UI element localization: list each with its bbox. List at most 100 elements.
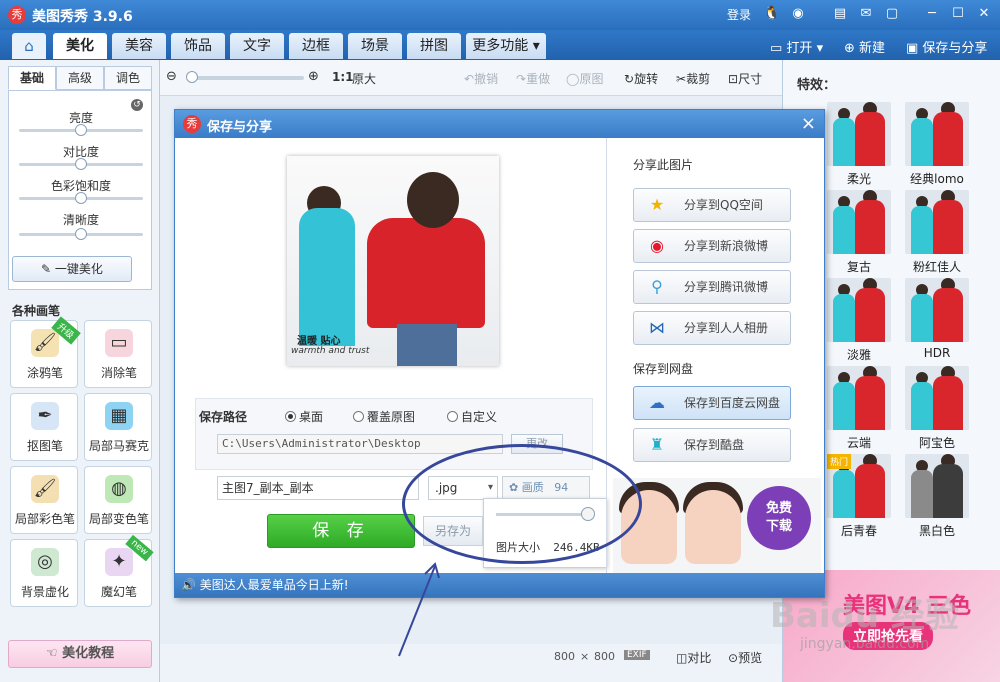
- share-renren-button[interactable]: ⋈ 分享到人人相册: [633, 311, 791, 345]
- effect-label[interactable]: 粉红佳人: [902, 258, 972, 275]
- original-button[interactable]: ◯原图: [566, 70, 603, 87]
- tab-text[interactable]: 文字: [230, 33, 284, 59]
- size-button[interactable]: ⊡尺寸: [728, 70, 762, 87]
- brightness-thumb[interactable]: [75, 124, 87, 136]
- brush-local-color[interactable]: 🖌 局部彩色笔: [10, 466, 78, 534]
- save-path-input[interactable]: C:\Users\Administrator\Desktop: [217, 434, 503, 454]
- ratio-button[interactable]: 1:1: [332, 70, 354, 84]
- share-label: 分享到腾讯微博: [684, 280, 769, 294]
- contrast-slider[interactable]: [19, 158, 143, 170]
- save-kupan-button[interactable]: ♜ 保存到酷盘: [633, 428, 791, 462]
- tab-face[interactable]: 美容: [112, 33, 166, 59]
- tab-collage[interactable]: 拼图: [407, 33, 461, 59]
- saturation-slider[interactable]: [19, 192, 143, 204]
- effect-thumbnail[interactable]: [905, 454, 969, 518]
- share-tencent-weibo-button[interactable]: ⚲ 分享到腾讯微博: [633, 270, 791, 304]
- one-key-beautify-button[interactable]: ✎ 一键美化: [12, 256, 132, 282]
- zoom-out-icon[interactable]: ⊖: [166, 69, 177, 84]
- brush-eraser[interactable]: ▭ 消除笔: [84, 320, 152, 388]
- open-button[interactable]: ▭ 打开 ▾: [770, 37, 823, 56]
- subtab-basic[interactable]: 基础: [8, 66, 56, 90]
- effect-label[interactable]: 淡雅: [824, 346, 894, 363]
- brush-blur-bg[interactable]: ◎ 背景虚化: [10, 539, 78, 607]
- saturation-thumb[interactable]: [75, 192, 87, 204]
- effect-label[interactable]: HDR: [902, 346, 972, 360]
- effect-label[interactable]: 经典lomo: [902, 170, 972, 187]
- contrast-thumb[interactable]: [75, 158, 87, 170]
- radio-custom[interactable]: 自定义: [447, 408, 497, 425]
- zoom-thumb[interactable]: [186, 71, 198, 83]
- menu-icon[interactable]: ▢: [883, 5, 901, 23]
- brush-magic[interactable]: ✦ new 魔幻笔: [84, 534, 154, 607]
- dialog-close-icon[interactable]: ×: [801, 113, 816, 134]
- beautify-tutorial-button[interactable]: ☜ 美化教程: [8, 640, 152, 668]
- zoom-slider[interactable]: [186, 71, 304, 83]
- effect-label[interactable]: 复古: [824, 258, 894, 275]
- effect-thumbnail[interactable]: [905, 366, 969, 430]
- tab-more-label: 更多功能: [472, 38, 529, 54]
- filename-input[interactable]: 主图7_副本_副本: [217, 476, 419, 500]
- tab-border[interactable]: 边框: [289, 33, 343, 59]
- subtab-advanced[interactable]: 高级: [56, 66, 104, 90]
- close-icon[interactable]: ✕: [975, 5, 993, 23]
- sharpness-slider[interactable]: [19, 228, 143, 240]
- color-brush-icon: 🖌: [31, 475, 59, 503]
- sharpness-thumb[interactable]: [75, 228, 87, 240]
- weibo-icon[interactable]: ◉: [789, 5, 807, 23]
- skin-icon[interactable]: ▤: [831, 5, 849, 23]
- effect-thumbnail[interactable]: [827, 278, 891, 342]
- brightness-slider[interactable]: [19, 124, 143, 136]
- brush-doodle[interactable]: 🖌 升级 涂鸦笔: [10, 316, 81, 388]
- share-sina-weibo-button[interactable]: ◉ 分享到新浪微博: [633, 229, 791, 263]
- save-baidu-cloud-button[interactable]: ☁ 保存到百度云网盘: [633, 386, 791, 420]
- brush-cutout[interactable]: ✒ 抠图笔: [10, 393, 78, 461]
- zoom-in-icon[interactable]: ⊕: [308, 69, 319, 84]
- effect-thumbnail[interactable]: [827, 190, 891, 254]
- effect-label[interactable]: 柔光: [824, 170, 894, 187]
- subtab-color[interactable]: 调色: [104, 66, 152, 90]
- cloud-header: 保存到网盘: [633, 362, 694, 376]
- effect-label[interactable]: 后青春: [824, 522, 894, 539]
- qq-icon[interactable]: 🐧: [763, 5, 781, 23]
- feedback-icon[interactable]: ✉: [857, 5, 875, 23]
- maximize-icon[interactable]: ☐: [949, 5, 967, 23]
- radio-overwrite[interactable]: 覆盖原图: [353, 408, 415, 425]
- crop-button[interactable]: ✂裁剪: [676, 70, 710, 87]
- tab-scene[interactable]: 场景: [348, 33, 402, 59]
- free-download-badge[interactable]: 免费 下载: [747, 486, 811, 550]
- effect-thumbnail[interactable]: [905, 190, 969, 254]
- annotation-arrow: [398, 562, 440, 657]
- effect-label[interactable]: 阿宝色: [902, 434, 972, 451]
- dialog-footer[interactable]: 🔊 美图达人最爱单品今日上新!: [175, 573, 824, 597]
- title-bar: 秀 美图秀秀 3.9.6 登录 🐧 ◉ ▤ ✉ ▢ ─ ☐ ✕: [0, 0, 1000, 30]
- save-share-button[interactable]: ▣ 保存与分享: [906, 37, 987, 56]
- undo-button[interactable]: ↶撤销: [464, 70, 498, 87]
- effect-thumbnail[interactable]: [905, 102, 969, 166]
- brush-mosaic[interactable]: ▦ 局部马赛克: [84, 393, 152, 461]
- effect-thumbnail[interactable]: [827, 102, 891, 166]
- tab-accessories[interactable]: 饰品: [171, 33, 225, 59]
- effect-thumbnail[interactable]: [905, 278, 969, 342]
- new-button[interactable]: ⊕ 新建: [844, 37, 885, 56]
- tab-beautify[interactable]: 美化: [53, 33, 107, 59]
- radio-desktop[interactable]: 桌面: [285, 408, 323, 425]
- ad-panel[interactable]: 免费 下载: [613, 478, 821, 573]
- thumb-figure: [911, 206, 933, 254]
- redo-button[interactable]: ↷重做: [516, 70, 550, 87]
- share-qzone-button[interactable]: ★ 分享到QQ空间: [633, 188, 791, 222]
- home-icon[interactable]: ⌂: [12, 33, 46, 59]
- original-size-button[interactable]: 原大: [352, 70, 376, 87]
- effect-thumbnail[interactable]: [827, 366, 891, 430]
- preview-caption: 温暖 贴心: [297, 336, 341, 347]
- brush-local-recolor[interactable]: ◍ 局部变色笔: [84, 466, 152, 534]
- effect-label[interactable]: 云端: [824, 434, 894, 451]
- compare-button[interactable]: ◫对比: [676, 649, 711, 666]
- effect-label[interactable]: 黑白色: [902, 522, 972, 539]
- exif-button[interactable]: EXIF: [624, 650, 650, 660]
- preview-button[interactable]: ⊙预览: [728, 649, 762, 666]
- rotate-button[interactable]: ↻旋转: [624, 70, 658, 87]
- minimize-icon[interactable]: ─: [923, 5, 941, 23]
- login-link[interactable]: 登录: [727, 6, 751, 23]
- save-button[interactable]: 保 存: [267, 514, 415, 548]
- tab-more[interactable]: 更多功能 ▾: [466, 33, 546, 59]
